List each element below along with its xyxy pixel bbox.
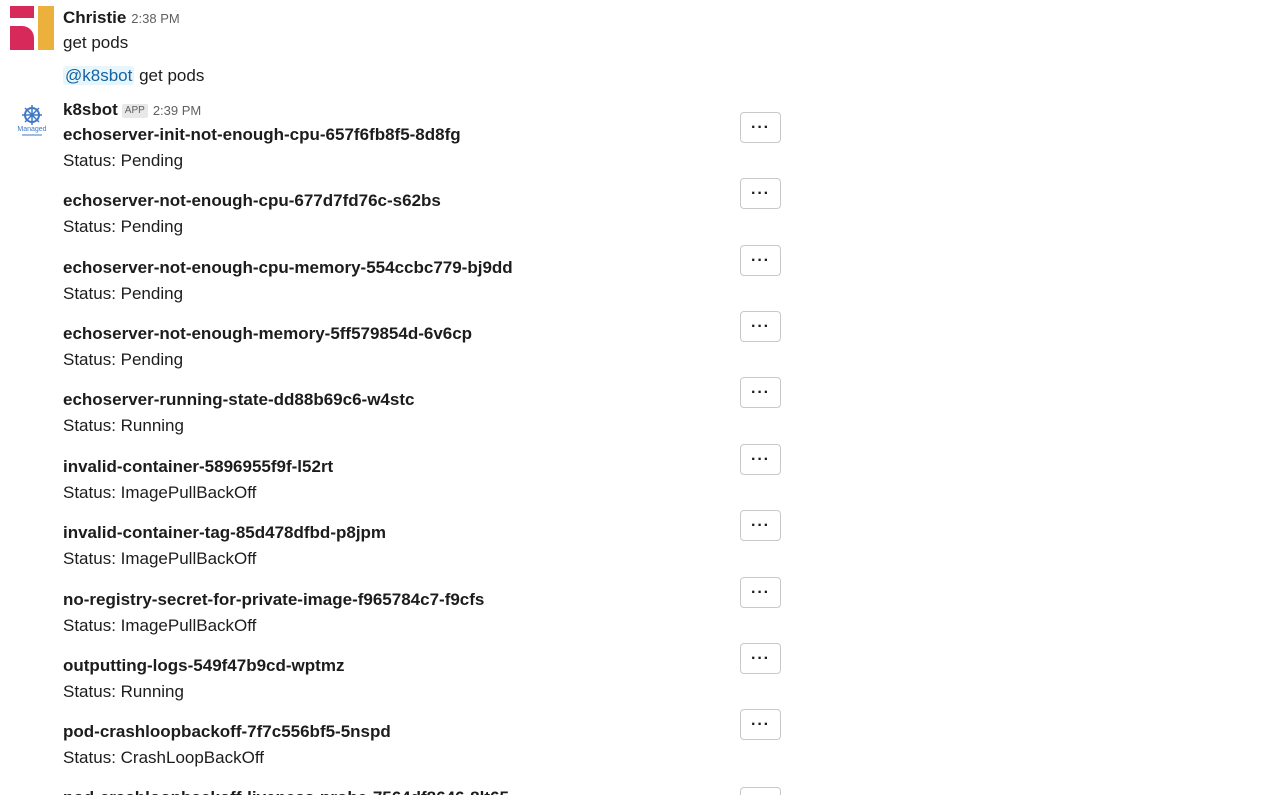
christie-avatar[interactable] <box>10 6 54 50</box>
pod-status: Status: CrashLoopBackOff <box>63 748 264 767</box>
more-actions-button[interactable]: ··· <box>740 112 781 143</box>
more-actions-button[interactable]: ··· <box>740 377 781 408</box>
pod-item: echoserver-not-enough-cpu-677d7fd76c-s62… <box>63 178 783 250</box>
pod-name: echoserver-init-not-enough-cpu-657f6fb8f… <box>63 125 461 144</box>
more-actions-button[interactable]: ··· <box>740 311 781 342</box>
sender-name[interactable]: k8sbot APP 2:39 PM <box>63 100 201 121</box>
pod-name: invalid-container-tag-85d478dfbd-p8jpm <box>63 523 387 542</box>
k8s-helm-icon: Managed <box>17 105 47 136</box>
pod-item: no-registry-secret-for-private-image-f96… <box>63 577 783 649</box>
pod-name: invalid-container-5896955f9f-l52rt <box>63 457 334 476</box>
mention-line-text: get pods <box>139 66 205 85</box>
pod-item: invalid-container-5896955f9f-l52rt Statu… <box>63 444 783 516</box>
pod-name: pod-crashloopbackoff-liveness-probe-7564… <box>63 787 509 795</box>
more-actions-button[interactable]: ··· <box>740 178 781 209</box>
pod-name: echoserver-not-enough-cpu-memory-554ccbc… <box>63 258 513 277</box>
app-badge: APP <box>121 104 148 118</box>
pod-item: pod-crashloopbackoff-7f7c556bf5-5nspd St… <box>63 709 783 781</box>
sender-name-text[interactable]: Christie <box>63 8 126 27</box>
message-timestamp[interactable]: 2:38 PM <box>131 11 179 26</box>
avatar-label: Managed <box>17 126 46 133</box>
sender-name-text[interactable]: k8sbot <box>63 100 118 119</box>
more-actions-button[interactable]: ··· <box>740 709 781 740</box>
user-mention[interactable]: @k8sbot <box>63 66 135 85</box>
pod-item: pod-crashloopbackoff-liveness-probe-7564… <box>63 787 783 795</box>
more-actions-button[interactable]: ··· <box>740 643 781 674</box>
message-text: get pods <box>63 33 129 52</box>
message-text-mention-line: @k8sbot get pods <box>63 65 204 87</box>
sender-name[interactable]: Christie 2:38 PM <box>63 8 180 29</box>
pod-status: Status: Running <box>63 416 184 435</box>
pod-item: echoserver-not-enough-cpu-memory-554ccbc… <box>63 245 783 317</box>
pod-name: no-registry-secret-for-private-image-f96… <box>63 590 485 609</box>
message-timestamp[interactable]: 2:39 PM <box>153 103 201 118</box>
pod-status: Status: Pending <box>63 284 184 303</box>
christie-avatar-icon <box>10 6 54 50</box>
pod-status: Status: ImagePullBackOff <box>63 616 257 635</box>
pod-item: outputting-logs-549f47b9cd-wptmz Status:… <box>63 643 783 715</box>
more-actions-button[interactable]: ··· <box>740 510 781 541</box>
more-actions-button[interactable]: ··· <box>740 444 781 475</box>
pod-name: echoserver-running-state-dd88b69c6-w4stc <box>63 390 415 409</box>
pod-status: Status: Running <box>63 682 184 701</box>
more-actions-button[interactable]: ··· <box>740 787 781 795</box>
pod-name: pod-crashloopbackoff-7f7c556bf5-5nspd <box>63 722 391 741</box>
pod-item: echoserver-running-state-dd88b69c6-w4stc… <box>63 377 783 449</box>
pod-status: Status: ImagePullBackOff <box>63 549 257 568</box>
pod-item: echoserver-init-not-enough-cpu-657f6fb8f… <box>63 112 783 184</box>
pod-name: echoserver-not-enough-cpu-677d7fd76c-s62… <box>63 191 441 210</box>
pod-item: echoserver-not-enough-memory-5ff579854d-… <box>63 311 783 383</box>
pod-status: Status: Pending <box>63 151 184 170</box>
pod-item: invalid-container-tag-85d478dfbd-p8jpm S… <box>63 510 783 582</box>
pod-name: echoserver-not-enough-memory-5ff579854d-… <box>63 324 473 343</box>
more-actions-button[interactable]: ··· <box>740 245 781 276</box>
more-actions-button[interactable]: ··· <box>740 577 781 608</box>
pod-name: outputting-logs-549f47b9cd-wptmz <box>63 656 345 675</box>
k8sbot-avatar[interactable]: Managed <box>10 104 54 148</box>
pod-status: Status: ImagePullBackOff <box>63 483 257 502</box>
pod-status: Status: Pending <box>63 350 184 369</box>
pod-status: Status: Pending <box>63 217 184 236</box>
